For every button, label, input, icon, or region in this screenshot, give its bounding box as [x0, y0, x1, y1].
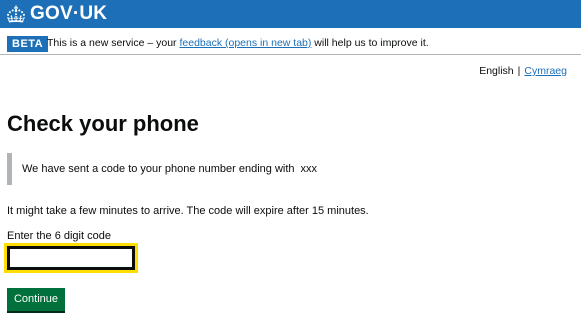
govuk-logo-link[interactable]: GOV·UK [7, 0, 107, 28]
govuk-logotype: GOV·UK [30, 3, 108, 24]
code-input[interactable] [4, 243, 138, 273]
code-input-label: Enter the 6 digit code [7, 230, 111, 242]
inset-text: We have sent a code to your phone number… [22, 163, 317, 176]
language-cymraeg-link[interactable]: Cymraeg [524, 65, 567, 77]
govuk-header: GOV·UK [0, 0, 581, 28]
phase-text-before: This is a new service – your [47, 37, 180, 49]
phase-banner-text: This is a new service – your feedback (o… [47, 37, 429, 49]
phone-suffix: xxx [300, 163, 318, 175]
phase-text-after: will help us to improve it. [311, 37, 429, 49]
language-current: English [479, 65, 514, 77]
feedback-link[interactable]: feedback (opens in new tab) [179, 37, 311, 49]
expiry-hint: It might take a few minutes to arrive. T… [7, 205, 369, 217]
language-toggle: English | Cymraeg [479, 65, 567, 77]
inset-message: We have sent a code to your phone number… [22, 163, 295, 175]
crown-icon [7, 5, 25, 23]
page-title: Check your phone [7, 111, 199, 136]
continue-button[interactable]: Continue [7, 288, 65, 311]
language-separator: | [517, 65, 521, 77]
beta-tag: BETA [7, 36, 49, 52]
